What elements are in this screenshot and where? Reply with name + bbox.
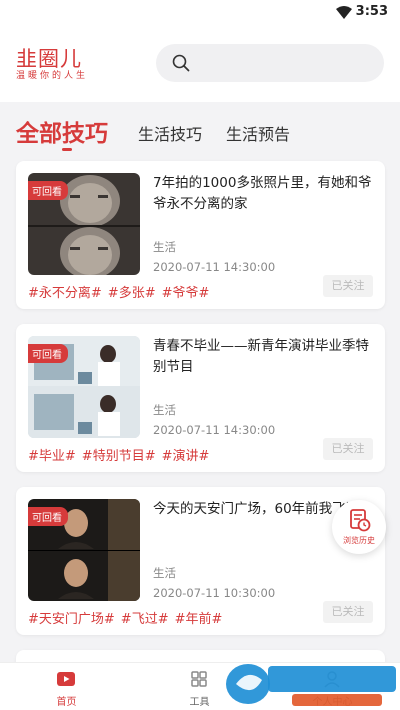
card-tags: #天安门广场# #飞过# #年前# xyxy=(28,608,228,627)
video-card[interactable]: 可回看 7年拍的1000多张照片里，有她和爷爷永不分离的家 生活 2020-07… xyxy=(16,161,385,309)
history-label: 浏览历史 xyxy=(343,536,375,545)
card-tags: #毕业# #特别节目# #演讲# xyxy=(28,445,215,464)
nav-label: 首页 xyxy=(56,697,77,708)
app-logo: 韭圈儿 温暖你的人生 xyxy=(16,48,88,82)
tools-icon xyxy=(191,671,207,687)
search-icon xyxy=(172,54,190,72)
active-tab-indicator xyxy=(62,148,72,151)
search-bar[interactable] xyxy=(156,44,384,82)
logo-title: 韭圈儿 xyxy=(16,47,82,71)
video-thumbnail[interactable]: 可回看 xyxy=(28,173,140,275)
tag[interactable]: #天安门广场# xyxy=(28,612,115,627)
card-tags: #永不分离# #多张# #爷爷# xyxy=(28,282,215,301)
tag[interactable]: #年前# xyxy=(175,612,223,627)
tag[interactable]: #特别节目# xyxy=(82,449,156,464)
tab-life-preview[interactable]: 生活预告 xyxy=(226,121,290,145)
card-time: 2020-07-11 14:30:00 xyxy=(153,260,276,274)
tag[interactable]: #毕业# xyxy=(28,449,76,464)
browse-history-button[interactable]: 浏览历史 xyxy=(332,500,386,554)
follow-button[interactable]: 已关注 xyxy=(323,275,373,297)
replay-badge: 可回看 xyxy=(28,344,68,363)
search-input[interactable] xyxy=(200,44,370,82)
card-time: 2020-07-11 14:30:00 xyxy=(153,423,276,437)
app-header: 韭圈儿 温暖你的人生 xyxy=(0,26,400,102)
history-icon xyxy=(350,509,371,532)
card-title[interactable]: 7年拍的1000多张照片里，有她和爷爷永不分离的家 xyxy=(153,173,373,215)
status-bar: 3:53 xyxy=(0,0,400,26)
follow-button[interactable]: 已关注 xyxy=(323,601,373,623)
tab-life-tips[interactable]: 生活技巧 xyxy=(138,121,202,145)
play-video-icon xyxy=(57,672,75,686)
nav-home[interactable]: 首页 xyxy=(0,663,133,710)
replay-badge: 可回看 xyxy=(28,181,68,200)
tag[interactable]: #爷爷# xyxy=(162,286,210,301)
card-category: 生活 xyxy=(153,566,176,580)
tab-all-tips[interactable]: 全部技巧 xyxy=(16,114,108,148)
tag[interactable]: #演讲# xyxy=(162,449,210,464)
wifi-icon xyxy=(336,6,352,19)
video-card[interactable]: 可回看 青春不毕业——新青年演讲毕业季特别节目 生活 2020-07-11 14… xyxy=(16,324,385,472)
card-category: 生活 xyxy=(153,403,176,417)
card-category: 生活 xyxy=(153,240,176,254)
video-card[interactable]: 可回看 今天的天安门广场，60年前我飞过 生活 2020-07-11 10:30… xyxy=(16,487,385,635)
card-time: 2020-07-11 10:30:00 xyxy=(153,586,276,600)
tag[interactable]: #多张# xyxy=(108,286,156,301)
video-thumbnail[interactable]: 可回看 xyxy=(28,336,140,438)
tag[interactable]: #永不分离# xyxy=(28,286,102,301)
video-thumbnail[interactable]: 可回看 xyxy=(28,499,140,601)
status-time: 3:53 xyxy=(355,4,388,19)
follow-button[interactable]: 已关注 xyxy=(323,438,373,460)
replay-badge: 可回看 xyxy=(28,507,68,526)
tag[interactable]: #飞过# xyxy=(121,612,169,627)
site-watermark-logo xyxy=(226,664,396,706)
card-title[interactable]: 青春不毕业——新青年演讲毕业季特别节目 xyxy=(153,336,373,378)
category-tabs: 全部技巧 生活技巧 生活预告 xyxy=(0,102,400,158)
logo-subtitle: 温暖你的人生 xyxy=(16,71,89,81)
